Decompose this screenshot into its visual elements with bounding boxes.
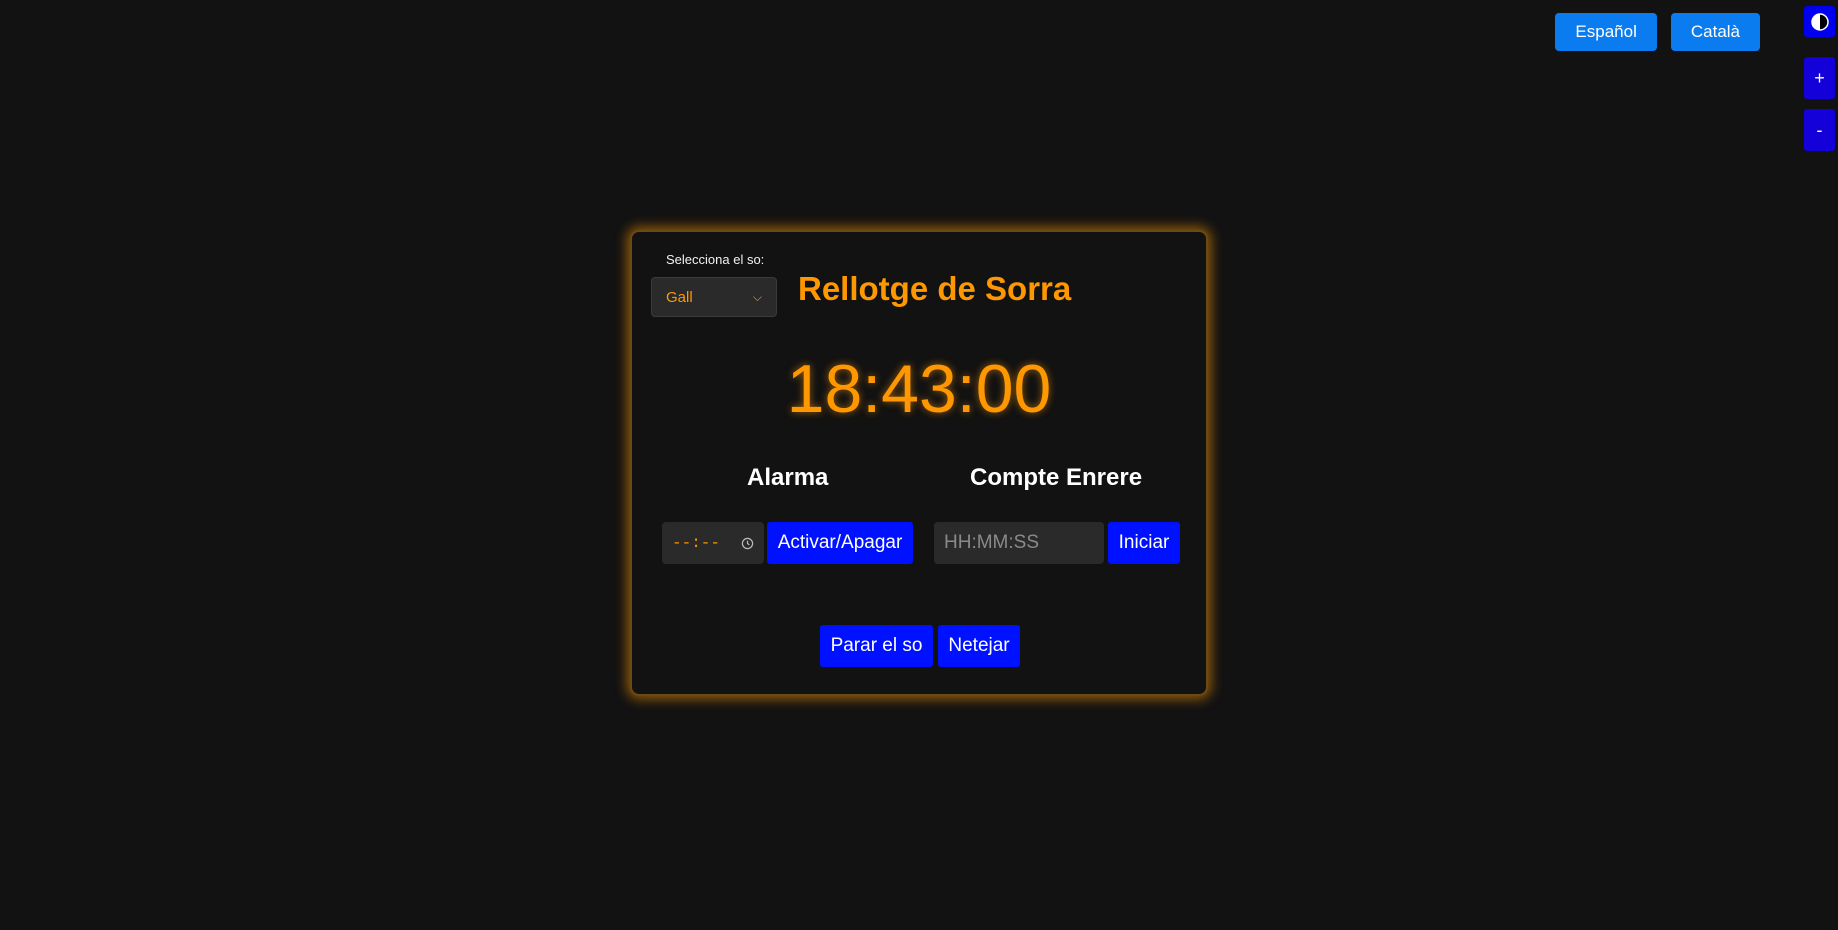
spanish-language-button[interactable]: Español [1555,13,1657,51]
sound-select-label: Selecciona el so: [666,252,765,267]
chevron-down-icon: ⌵ [752,289,762,304]
clock-panel: Selecciona el so: Gall ⌵ Rellotge de Sor… [630,230,1208,696]
zoom-out-button[interactable]: - [1804,109,1835,151]
catalan-language-button[interactable]: Català [1670,13,1760,51]
zoom-in-button[interactable]: + [1804,57,1835,99]
alarm-title: Alarma [747,464,829,491]
accessibility-toolbar: + - [1804,6,1835,151]
contrast-icon [1810,12,1829,31]
countdown-input[interactable] [934,522,1104,564]
page-title: Rellotge de Sorra [798,270,1072,307]
sound-select[interactable]: Gall ⌵ [651,277,777,317]
language-bar: Español Català [1555,13,1760,51]
clear-button[interactable]: Netejar [938,625,1020,667]
alarm-time-input[interactable]: --:-- [662,522,764,564]
alarm-time-value: --:-- [672,534,721,552]
clock-icon [741,537,754,549]
contrast-toggle-button[interactable] [1804,6,1835,37]
stop-sound-button[interactable]: Parar el so [820,625,933,667]
sound-select-value: Gall [666,288,693,306]
countdown-title: Compte Enrere [970,464,1143,491]
countdown-start-button[interactable]: Iniciar [1108,522,1180,564]
alarm-toggle-button[interactable]: Activar/Apagar [767,522,913,564]
clock-display: 18:43:00 [786,351,1052,427]
